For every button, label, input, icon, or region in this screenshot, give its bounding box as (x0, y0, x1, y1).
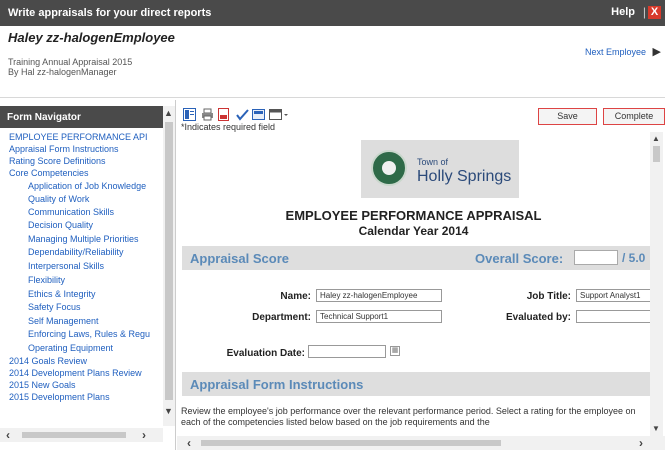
logo-town-of: Town of (417, 157, 449, 167)
nav-item-2014-development-plans-review[interactable]: 2014 Development Plans Review (9, 368, 142, 378)
pdf-icon[interactable] (216, 108, 230, 121)
form-view-icon[interactable] (182, 108, 196, 121)
nav-item-rating-score-definitions[interactable]: Rating Score Definitions (9, 156, 106, 166)
form-content: Town of Holly Springs EMPLOYEE PERFORMAN… (177, 132, 650, 428)
department-label: Department: (252, 312, 311, 323)
nav-item-dependability-reliability[interactable]: Dependability/Reliability (28, 247, 124, 257)
complete-button[interactable]: Complete (603, 108, 665, 125)
appraisal-score-title: Appraisal Score (190, 251, 289, 266)
employee-header: Haley zz-halogenEmployee Training Annual… (0, 26, 665, 98)
window-title: Write appraisals for your direct reports (8, 7, 212, 19)
nav-item-2015-new-goals[interactable]: 2015 New Goals (9, 380, 76, 390)
form-scroll-down-icon[interactable]: ▼ (652, 424, 660, 433)
title-separator: | (642, 5, 646, 19)
nav-item-communication-skills[interactable]: Communication Skills (28, 207, 114, 217)
nav-hscroll-thumb[interactable] (22, 432, 126, 438)
form-scroll-right-icon[interactable]: › (639, 436, 643, 450)
nav-item-enforcing-laws[interactable]: Enforcing Laws, Rules & Regu (28, 329, 150, 339)
nav-horizontal-scrollbar[interactable]: ‹ › (0, 428, 163, 442)
name-label: Name: (280, 291, 311, 302)
form-vertical-scrollbar[interactable]: ▲ ▼ (650, 132, 663, 436)
nav-vertical-scrollbar[interactable]: ▲ ▼ (163, 106, 175, 426)
appraisal-score-section: Appraisal Score Overall Score: / 5.0 (182, 246, 650, 270)
department-field[interactable]: Technical Support1 (316, 310, 442, 323)
nav-item-flexibility[interactable]: Flexibility (28, 275, 65, 285)
scroll-left-icon[interactable]: ‹ (6, 428, 10, 442)
employee-name: Haley zz-halogenEmployee (8, 30, 175, 45)
required-field-note: *Indicates required field (181, 122, 276, 132)
job-title-label: Job Title: (526, 291, 571, 302)
evaluation-date-label: Evaluation Date: (226, 348, 305, 359)
form-scroll-left-icon[interactable]: ‹ (187, 436, 191, 450)
form-hscroll-thumb[interactable] (201, 440, 501, 446)
next-employee-link[interactable]: Next Employee (585, 47, 646, 57)
options-dropdown-icon[interactable] (269, 108, 289, 121)
nav-item-quality-of-work[interactable]: Quality of Work (28, 194, 89, 204)
spell-check-icon[interactable] (235, 108, 249, 121)
instructions-text: Review the employee's job performance ov… (181, 406, 636, 427)
nav-item-safety-focus[interactable]: Safety Focus (28, 302, 81, 312)
title-bar: Write appraisals for your direct reports… (0, 0, 665, 26)
form-scroll-up-icon[interactable]: ▲ (652, 134, 660, 143)
document-subtitle: Calendar Year 2014 (358, 224, 469, 238)
nav-scroll-thumb[interactable] (165, 122, 173, 400)
scroll-up-icon[interactable]: ▲ (164, 108, 173, 118)
nav-item-self-management[interactable]: Self Management (28, 316, 99, 326)
save-button[interactable]: Save (538, 108, 597, 125)
job-title-field[interactable]: Support Analyst1 (576, 289, 650, 302)
scroll-down-icon[interactable]: ▼ (164, 406, 173, 416)
nav-item-ethics-integrity[interactable]: Ethics & Integrity (28, 289, 96, 299)
appraisal-window: Write appraisals for your direct reports… (0, 0, 665, 450)
print-icon[interactable] (200, 108, 214, 121)
form-horizontal-scrollbar[interactable]: ‹ › (177, 436, 665, 450)
overall-score-field[interactable] (574, 250, 618, 265)
nav-item-2014-goals-review[interactable]: 2014 Goals Review (9, 356, 87, 366)
nav-item-2015-development-plans[interactable]: 2015 Development Plans (9, 392, 110, 402)
appraisal-name: Training Annual Appraisal 2015 (8, 57, 133, 67)
town-seal-icon (371, 150, 407, 186)
nav-item-decision-quality[interactable]: Decision Quality (28, 220, 93, 230)
town-logo: Town of Holly Springs (361, 140, 519, 198)
form-navigator: Form Navigator EMPLOYEE PERFORMANCE API … (0, 100, 176, 450)
instructions-section: Appraisal Form Instructions (182, 372, 650, 396)
help-link[interactable]: Help (611, 6, 635, 18)
evaluated-by-label: Evaluated by: (505, 312, 571, 323)
calendar-icon[interactable]: ▦ (390, 346, 400, 356)
nav-item-appraisal-form-instructions[interactable]: Appraisal Form Instructions (9, 144, 119, 154)
manager-line: By Hal zz-halogenManager (8, 67, 117, 77)
nav-item-operating-equipment[interactable]: Operating Equipment (28, 343, 113, 353)
form-navigator-title: Form Navigator (0, 106, 163, 128)
overall-score-max: / 5.0 (622, 251, 646, 265)
nav-item-core-competencies[interactable]: Core Competencies (9, 168, 89, 178)
next-arrow-icon[interactable]: ▶ (653, 45, 661, 58)
form-scroll-thumb[interactable] (653, 146, 660, 162)
close-icon[interactable]: X (648, 6, 661, 19)
form-pane: Save Complete *Indicates required field … (177, 100, 665, 450)
calculator-icon[interactable] (251, 108, 265, 121)
scroll-right-icon[interactable]: › (142, 428, 146, 442)
nav-item-managing-multiple-priorities[interactable]: Managing Multiple Priorities (28, 234, 139, 244)
form-navigator-list: EMPLOYEE PERFORMANCE API Appraisal Form … (0, 130, 163, 430)
nav-item-interpersonal-skills[interactable]: Interpersonal Skills (28, 261, 104, 271)
nav-item-application-of-job-knowledge[interactable]: Application of Job Knowledge (28, 181, 146, 191)
nav-item-employee-performance-appraisal[interactable]: EMPLOYEE PERFORMANCE API (9, 132, 148, 142)
evaluation-date-field[interactable] (308, 345, 386, 358)
instructions-title: Appraisal Form Instructions (190, 377, 364, 392)
name-field[interactable]: Haley zz-halogenEmployee (316, 289, 442, 302)
document-title: EMPLOYEE PERFORMANCE APPRAISAL (285, 208, 542, 223)
overall-score-label: Overall Score: (475, 251, 564, 266)
logo-town-name: Holly Springs (417, 168, 512, 185)
evaluated-by-field[interactable] (576, 310, 650, 323)
